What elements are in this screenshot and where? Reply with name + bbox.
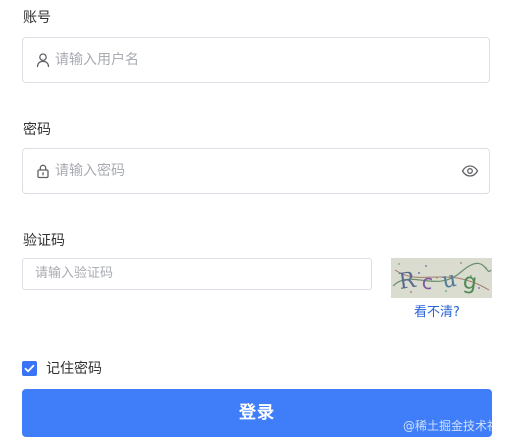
refresh-captcha-link[interactable]: 看不清? [414,304,460,322]
username-placeholder: 请输入用户名 [55,52,139,68]
account-label: 账号 [23,10,51,26]
watermark: @稀土掘金技术社区 [402,419,511,433]
eye-icon[interactable] [461,163,479,179]
login-form: 账号 请输入用户名 密码 请输入密码 验证码 请输入验证码 R c u g 看不… [0,0,521,447]
user-icon [35,52,51,68]
lock-icon [35,163,51,179]
check-icon [24,364,35,373]
remember-checkbox[interactable] [22,361,37,376]
password-input[interactable]: 请输入密码 [22,148,490,194]
password-placeholder: 请输入密码 [55,163,125,179]
remember-label[interactable]: 记住密码 [46,359,102,379]
captcha-label: 验证码 [23,233,65,249]
username-input[interactable]: 请输入用户名 [22,37,490,83]
captcha-placeholder: 请输入验证码 [35,266,114,281]
captcha-input[interactable]: 请输入验证码 [22,258,372,290]
password-label: 密码 [23,122,51,138]
captcha-image[interactable]: R c u g [391,258,492,298]
